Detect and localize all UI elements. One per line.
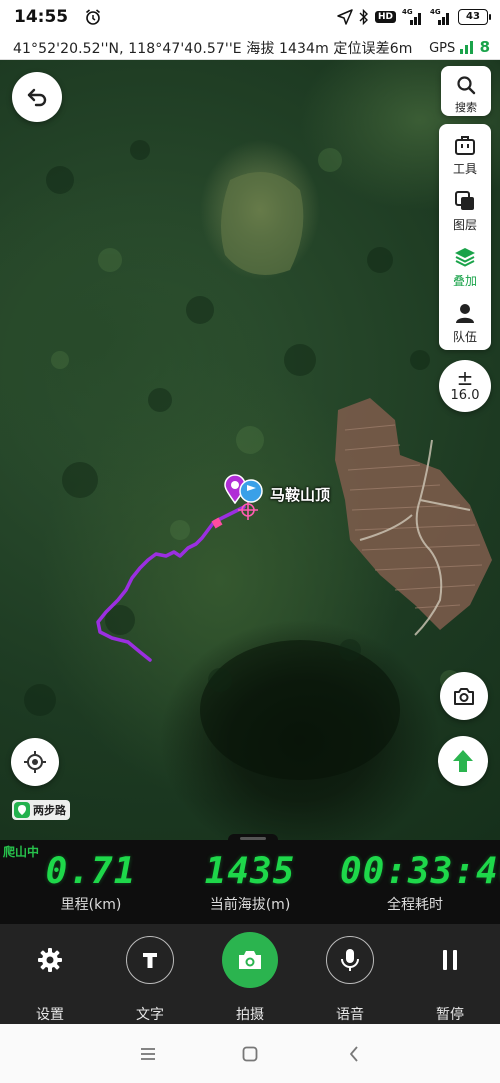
stat-altitude: 1435 当前海拔(m) <box>190 852 310 914</box>
search-label: 搜索 <box>455 101 477 114</box>
overlay-icon <box>455 248 475 267</box>
brand-name: 两步路 <box>33 804 66 817</box>
satellite-map[interactable]: 马鞍山顶 搜索 工具 图层 叠加 队伍 ± 16.0 两步路 <box>0 60 500 840</box>
settings-button[interactable]: 设置 <box>10 936 90 1024</box>
gps-label: GPS <box>429 41 456 56</box>
stat-label: 全程耗时 <box>387 897 443 913</box>
gear-icon <box>38 948 62 972</box>
terrain-overlay <box>24 140 492 780</box>
tool-overlay[interactable]: 叠加 <box>439 238 491 292</box>
locate-button[interactable] <box>11 738 59 786</box>
hd-badge: HD <box>374 11 396 23</box>
microphone-icon <box>341 949 359 971</box>
camera-icon <box>239 951 261 969</box>
tool-layers[interactable]: 图层 <box>439 182 491 236</box>
location-arrow-icon <box>337 9 353 25</box>
tool-toolbox[interactable]: 工具 <box>439 126 491 180</box>
tracking-stats-panel: 爬山中 0.71 里程(km) 1435 当前海拔(m) 00:33:46 全程… <box>0 834 500 924</box>
map-camera-button[interactable] <box>440 672 488 720</box>
search-button[interactable]: 搜索 <box>441 66 491 116</box>
panel-drag-handle[interactable] <box>228 834 278 842</box>
north-arrow-icon <box>453 750 473 772</box>
action-label: 语音 <box>336 1007 364 1023</box>
pause-icon <box>443 950 457 970</box>
signal-1-icon: 4G <box>402 8 424 26</box>
alarm-icon <box>85 9 101 25</box>
back-nav-button[interactable] <box>342 1042 366 1066</box>
battery-indicator: 43 <box>458 9 491 25</box>
status-time: 14:55 <box>14 7 69 27</box>
text-note-button[interactable]: 文字 <box>110 936 190 1024</box>
stat-value: 00:33:46 <box>340 851 500 892</box>
voice-note-button[interactable]: 语音 <box>310 936 390 1024</box>
crosshair-icon <box>24 751 46 773</box>
action-label: 拍摄 <box>236 1007 264 1023</box>
tool-label: 队伍 <box>452 330 477 344</box>
action-label: 设置 <box>36 1007 64 1023</box>
action-label: 文字 <box>136 1007 164 1023</box>
text-icon <box>143 953 157 968</box>
tool-label: 工具 <box>452 162 477 176</box>
tool-label: 叠加 <box>452 274 477 288</box>
coordinate-readout: 41°52'20.52''N, 118°47'40.57''E 海拔 1434m… <box>13 41 413 57</box>
stat-label: 当前海拔(m) <box>209 897 291 913</box>
direction-button[interactable] <box>438 736 488 786</box>
summit-pin-icon[interactable] <box>238 478 264 506</box>
camera-icon <box>454 688 474 705</box>
tool-label: 图层 <box>452 218 477 232</box>
menu-lines-icon <box>141 1048 155 1060</box>
system-navigation-bar <box>0 1024 500 1083</box>
place-name-label: 马鞍山顶 <box>270 486 331 504</box>
action-label: 暂停 <box>436 1007 464 1023</box>
layers-icon <box>455 191 474 210</box>
team-icon <box>456 304 474 323</box>
square-icon <box>242 1046 258 1062</box>
gps-status: GPS 8 <box>429 38 490 56</box>
stat-distance: 0.71 里程(km) <box>36 852 146 914</box>
zoom-level-button[interactable]: ± 16.0 <box>439 360 491 412</box>
capture-button[interactable]: 拍摄 <box>210 932 290 1024</box>
zoom-symbol: ± <box>456 365 474 390</box>
home-button[interactable] <box>238 1042 262 1066</box>
gps-signal-icon <box>460 41 474 54</box>
coordinate-bar: 41°52'20.52''N, 118°47'40.57''E 海拔 1434m… <box>0 34 500 60</box>
satellite-count: 8 <box>479 38 490 56</box>
search-icon <box>457 76 476 95</box>
map-tools-panel: 工具 图层 叠加 队伍 <box>439 124 491 350</box>
zoom-level: 16.0 <box>450 387 480 403</box>
stat-value: 0.71 <box>45 851 137 892</box>
pause-button[interactable]: 暂停 <box>410 936 490 1024</box>
recent-apps-button[interactable] <box>136 1042 160 1066</box>
signal-2-icon: 4G <box>430 8 452 26</box>
back-button[interactable] <box>12 72 62 122</box>
activity-state: 爬山中 <box>3 845 40 859</box>
stat-duration: 00:33:46 全程耗时 <box>340 851 500 914</box>
brand-badge: 两步路 <box>12 800 70 820</box>
stat-value: 1435 <box>204 851 296 892</box>
status-bar: 14:55 HD 4G 4G 43 <box>0 0 500 34</box>
stat-label: 里程(km) <box>60 897 122 913</box>
undo-arrow-icon <box>27 88 47 107</box>
toolbox-icon <box>455 136 475 155</box>
tool-team[interactable]: 队伍 <box>439 294 491 348</box>
action-bar: 设置 文字 拍摄 语音 暂停 <box>0 924 500 1024</box>
chevron-left-icon <box>350 1046 358 1062</box>
brand-logo-icon <box>14 802 30 818</box>
bluetooth-icon <box>359 9 368 25</box>
